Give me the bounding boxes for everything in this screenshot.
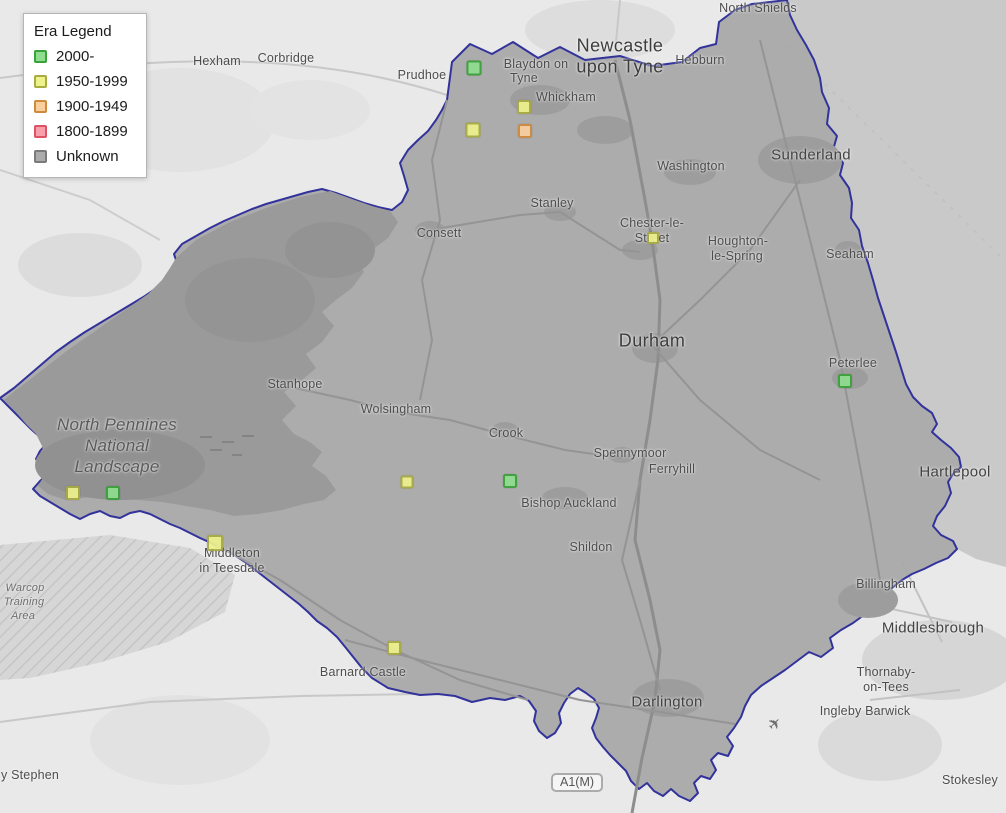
era-marker[interactable] — [387, 641, 401, 655]
legend-swatch — [34, 125, 47, 138]
era-marker[interactable] — [401, 476, 414, 489]
legend-row: 1800-1899 — [34, 123, 128, 140]
legend-row: 1900-1949 — [34, 98, 128, 115]
road-shield-a1m: A1(M) — [551, 773, 603, 792]
era-marker[interactable] — [517, 100, 531, 114]
era-marker[interactable] — [838, 374, 852, 388]
legend-label: 1800-1899 — [56, 123, 128, 140]
era-marker[interactable] — [467, 61, 482, 76]
legend-label: 1950-1999 — [56, 73, 128, 90]
map-canvas[interactable] — [0, 0, 1006, 813]
era-marker[interactable] — [503, 474, 517, 488]
legend-label: 2000- — [56, 48, 94, 65]
era-marker[interactable] — [106, 486, 120, 500]
legend-swatch — [34, 100, 47, 113]
map-root: Newcastleupon TyneDurhamSunderlandHartle… — [0, 0, 1006, 813]
era-marker[interactable] — [207, 535, 223, 551]
era-marker[interactable] — [66, 486, 80, 500]
legend-row: 1950-1999 — [34, 73, 128, 90]
legend-swatch — [34, 50, 47, 63]
era-marker[interactable] — [518, 124, 532, 138]
legend-row: 2000- — [34, 48, 128, 65]
legend-row: Unknown — [34, 148, 128, 165]
legend-swatch — [34, 75, 47, 88]
legend-swatch — [34, 150, 47, 163]
era-legend: Era Legend 2000- 1950-1999 1900-1949 180… — [23, 13, 147, 178]
era-marker[interactable] — [647, 232, 659, 244]
legend-label: Unknown — [56, 148, 119, 165]
legend-label: 1900-1949 — [56, 98, 128, 115]
legend-title: Era Legend — [34, 23, 128, 40]
era-marker[interactable] — [466, 123, 481, 138]
